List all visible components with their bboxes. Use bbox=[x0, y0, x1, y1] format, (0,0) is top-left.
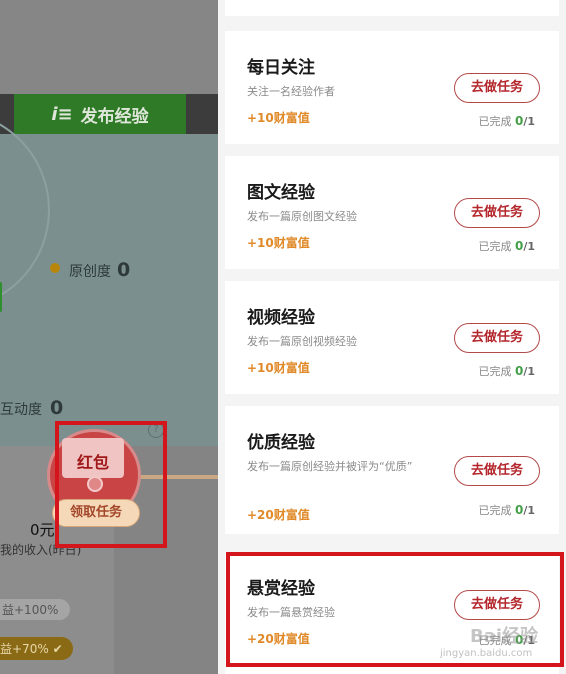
do-task-button[interactable]: 去做任务 bbox=[454, 456, 540, 486]
originality-dot bbox=[50, 263, 60, 273]
task-progress-total: /1 bbox=[523, 115, 535, 128]
publish-experience-button[interactable]: i≡ 发布经验 bbox=[14, 94, 186, 134]
task-progress-label: 已完成 bbox=[478, 240, 512, 253]
task-desc: 发布一篇原创图文经验 bbox=[247, 210, 357, 223]
originality-label: 原创度 bbox=[69, 264, 111, 280]
originality-stat: 原创度 0 bbox=[69, 259, 130, 281]
background-header bbox=[0, 0, 218, 94]
background-page: i≡ 发布经验 原创度 0 互动度 0 ? 0元 我的收入(昨日) 益+100% 益… bbox=[0, 0, 218, 674]
background-toolbar: i≡ 发布经验 bbox=[0, 94, 218, 134]
task-progress: 已完成 0/1 bbox=[478, 363, 535, 379]
task-reward: +10财富值 bbox=[247, 236, 310, 250]
publish-icon: i≡ bbox=[51, 103, 73, 125]
task-progress: 已完成 0/1 bbox=[478, 113, 535, 129]
publish-experience-label: 发布经验 bbox=[80, 106, 149, 127]
interaction-value: 0 bbox=[50, 397, 64, 419]
interaction-stat: 互动度 0 bbox=[0, 397, 63, 419]
task-progress-total: /1 bbox=[523, 365, 535, 378]
stats-ring-marker bbox=[0, 282, 2, 312]
task-progress-total: /1 bbox=[523, 240, 535, 253]
task-card-image-text: 图文经验 发布一篇原创图文经验 +10财富值 去做任务 已完成 0/1 bbox=[225, 156, 559, 269]
task-reward: +20财富值 bbox=[247, 508, 310, 522]
income-value: 0元 bbox=[30, 521, 55, 539]
task-title: 优质经验 bbox=[247, 433, 315, 453]
originality-value: 0 bbox=[117, 259, 131, 281]
bonus-badge: 益+100% bbox=[0, 599, 71, 620]
task-card-quality: 优质经验 发布一篇原创经验并被评为“优质” +20财富值 去做任务 已完成 0/… bbox=[225, 406, 559, 534]
watermark-logo: Bai经验 bbox=[470, 626, 539, 647]
task-progress: 已完成 0/1 bbox=[478, 502, 535, 518]
task-progress-label: 已完成 bbox=[478, 504, 512, 517]
task-title: 图文经验 bbox=[247, 183, 315, 203]
task-reward: +10财富值 bbox=[247, 361, 310, 375]
task-desc: 发布一篇原创经验并被评为“优质” bbox=[247, 460, 413, 473]
task-desc: 关注一名经验作者 bbox=[247, 85, 335, 98]
bonus-badge-gold-label: 益+70% bbox=[0, 642, 49, 656]
task-progress: 已完成 0/1 bbox=[478, 238, 535, 254]
highlight-box-envelope bbox=[55, 421, 167, 548]
do-task-button[interactable]: 去做任务 bbox=[454, 198, 540, 228]
do-task-button[interactable]: 去做任务 bbox=[454, 73, 540, 103]
task-card-video: 视频经验 发布一篇原创视频经验 +10财富值 去做任务 已完成 0/1 bbox=[225, 281, 559, 394]
task-progress-total: /1 bbox=[523, 504, 535, 517]
task-panel-top bbox=[225, 0, 559, 16]
watermark-url: jingyan.baidu.com bbox=[440, 648, 533, 659]
task-reward: +10财富值 bbox=[247, 111, 310, 125]
task-card-daily-follow: 每日关注 关注一名经验作者 +10财富值 去做任务 已完成 0/1 bbox=[225, 31, 559, 144]
do-task-button[interactable]: 去做任务 bbox=[454, 323, 540, 353]
interaction-label: 互动度 bbox=[0, 402, 42, 418]
bonus-badge-gold: 益+70% ✔ bbox=[0, 637, 73, 660]
check-icon: ✔ bbox=[52, 642, 63, 656]
task-desc: 发布一篇原创视频经验 bbox=[247, 335, 357, 348]
task-progress-label: 已完成 bbox=[478, 115, 512, 128]
task-title: 每日关注 bbox=[247, 58, 315, 78]
task-title: 视频经验 bbox=[247, 308, 315, 328]
task-progress-label: 已完成 bbox=[478, 365, 512, 378]
